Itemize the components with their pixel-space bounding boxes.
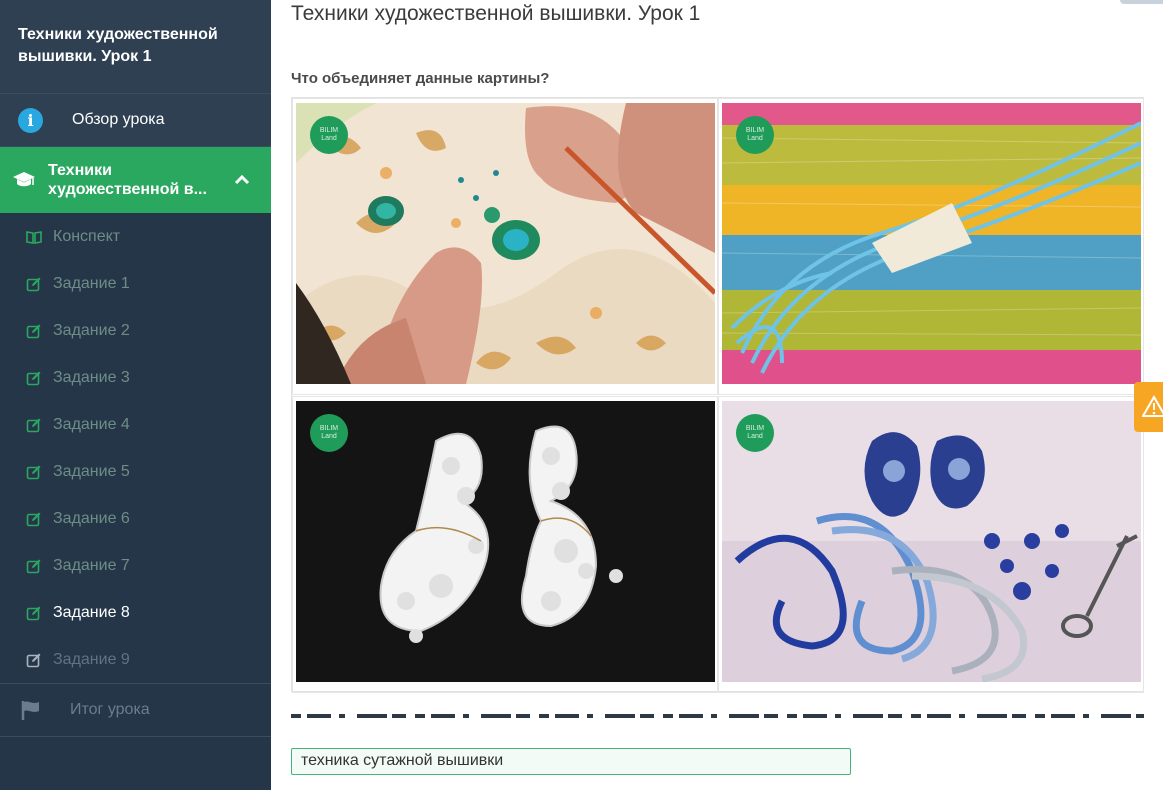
sidebar: Техники художественной вышивки. Урок 1 i… <box>0 0 271 790</box>
sidebar-item-summary[interactable]: Итог урока <box>0 683 271 737</box>
sidebar-item-label: Задание 7 <box>53 556 130 574</box>
answer-separator <box>291 714 1144 718</box>
book-icon <box>26 230 42 244</box>
sidebar-item-lesson[interactable]: Техники художественной в... <box>0 147 271 213</box>
sidebar-item-task[interactable]: Задание 2 <box>0 307 271 354</box>
sidebar-item-label: Техники художественной в... <box>48 161 223 199</box>
sidebar-item-task[interactable]: Конспект <box>0 213 271 260</box>
edit-icon <box>26 465 41 479</box>
bilimland-logo: BILIM Land <box>736 116 774 154</box>
logo-text: Land <box>747 433 763 440</box>
edit-icon <box>26 653 41 667</box>
image-cell: BILIM Land <box>292 396 718 693</box>
edit-icon <box>26 606 41 620</box>
warning-icon <box>1142 395 1163 417</box>
sidebar-item-task[interactable]: Задание 4 <box>0 401 271 448</box>
image-cell: BILIM Land <box>292 98 718 395</box>
info-icon: i <box>18 107 43 133</box>
bilimland-logo: BILIM Land <box>736 414 774 452</box>
sidebar-item-task[interactable]: Задание 3 <box>0 354 271 401</box>
graduation-cap-icon <box>13 172 35 187</box>
answer-input[interactable]: техника сутажной вышивки <box>291 748 851 775</box>
top-tab[interactable] <box>1120 0 1163 4</box>
bilimland-logo: BILIM Land <box>310 116 348 154</box>
sidebar-item-label: Задание 9 <box>53 650 130 668</box>
logo-text: BILIM <box>745 127 765 134</box>
sidebar-item-label: Задание 6 <box>53 509 130 527</box>
sidebar-item-overview[interactable]: i Обзор урока <box>0 94 271 147</box>
sidebar-item-label: Задание 8 <box>53 603 130 621</box>
main-content: Техники художественной вышивки. Урок 1 Ч… <box>271 0 1163 790</box>
sidebar-item-label: Задание 1 <box>53 274 130 292</box>
sidebar-item-task[interactable]: Задание 5 <box>0 448 271 495</box>
logo-text: BILIM <box>319 127 339 134</box>
bilimland-logo: BILIM Land <box>310 414 348 452</box>
edit-icon <box>26 324 41 338</box>
page-title: Техники художественной вышивки. Урок 1 <box>291 2 701 25</box>
image-grid: BILIM Land BILIM Land BILIM Land BILIM L… <box>291 97 1144 693</box>
cords-image <box>722 401 1141 682</box>
chevron-up-icon[interactable] <box>233 171 251 189</box>
flag-icon <box>21 701 39 720</box>
threads-image <box>722 103 1141 384</box>
logo-text: Land <box>747 135 763 142</box>
sidebar-item-label: Обзор урока <box>72 111 165 128</box>
sidebar-item-task[interactable]: Задание 6 <box>0 495 271 542</box>
sidebar-item-label: Задание 2 <box>53 321 130 339</box>
sidebar-item-task[interactable]: Задание 7 <box>0 542 271 589</box>
sidebar-item-task[interactable]: Задание 9 <box>0 636 271 683</box>
logo-text: BILIM <box>745 425 765 432</box>
edit-icon <box>26 512 41 526</box>
edit-icon <box>26 559 41 573</box>
edit-icon <box>26 277 41 291</box>
logo-text: Land <box>321 433 337 440</box>
image-cell: BILIM Land <box>718 98 1144 395</box>
logo-text: BILIM <box>319 425 339 432</box>
sidebar-item-task[interactable]: Задание 8 <box>0 589 271 636</box>
lesson-label-line1: Техники <box>48 162 112 179</box>
edit-icon <box>26 371 41 385</box>
sidebar-item-label: Задание 5 <box>53 462 130 480</box>
sidebar-item-label: Задание 3 <box>53 368 130 386</box>
report-issue-button[interactable] <box>1134 382 1163 432</box>
edit-icon <box>26 418 41 432</box>
lesson-title: Техники художественной вышивки. Урок 1 <box>18 26 218 65</box>
earrings-image <box>296 401 715 682</box>
sidebar-header: Техники художественной вышивки. Урок 1 <box>0 0 271 94</box>
logo-text: Land <box>321 135 337 142</box>
sidebar-item-label: Итог урока <box>70 701 150 718</box>
image-cell: BILIM Land <box>718 396 1144 693</box>
lesson-label-line2: художественной в... <box>48 181 207 198</box>
embroidery-image <box>296 103 715 384</box>
sidebar-item-label: Конспект <box>53 227 121 245</box>
sidebar-item-task[interactable]: Задание 1 <box>0 260 271 307</box>
sidebar-item-label: Задание 4 <box>53 415 130 433</box>
question-text: Что объединяет данные картины? <box>291 70 550 87</box>
task-list: Конспект Задание 1 Задание 2 Задание 3 Задан… <box>0 213 271 683</box>
